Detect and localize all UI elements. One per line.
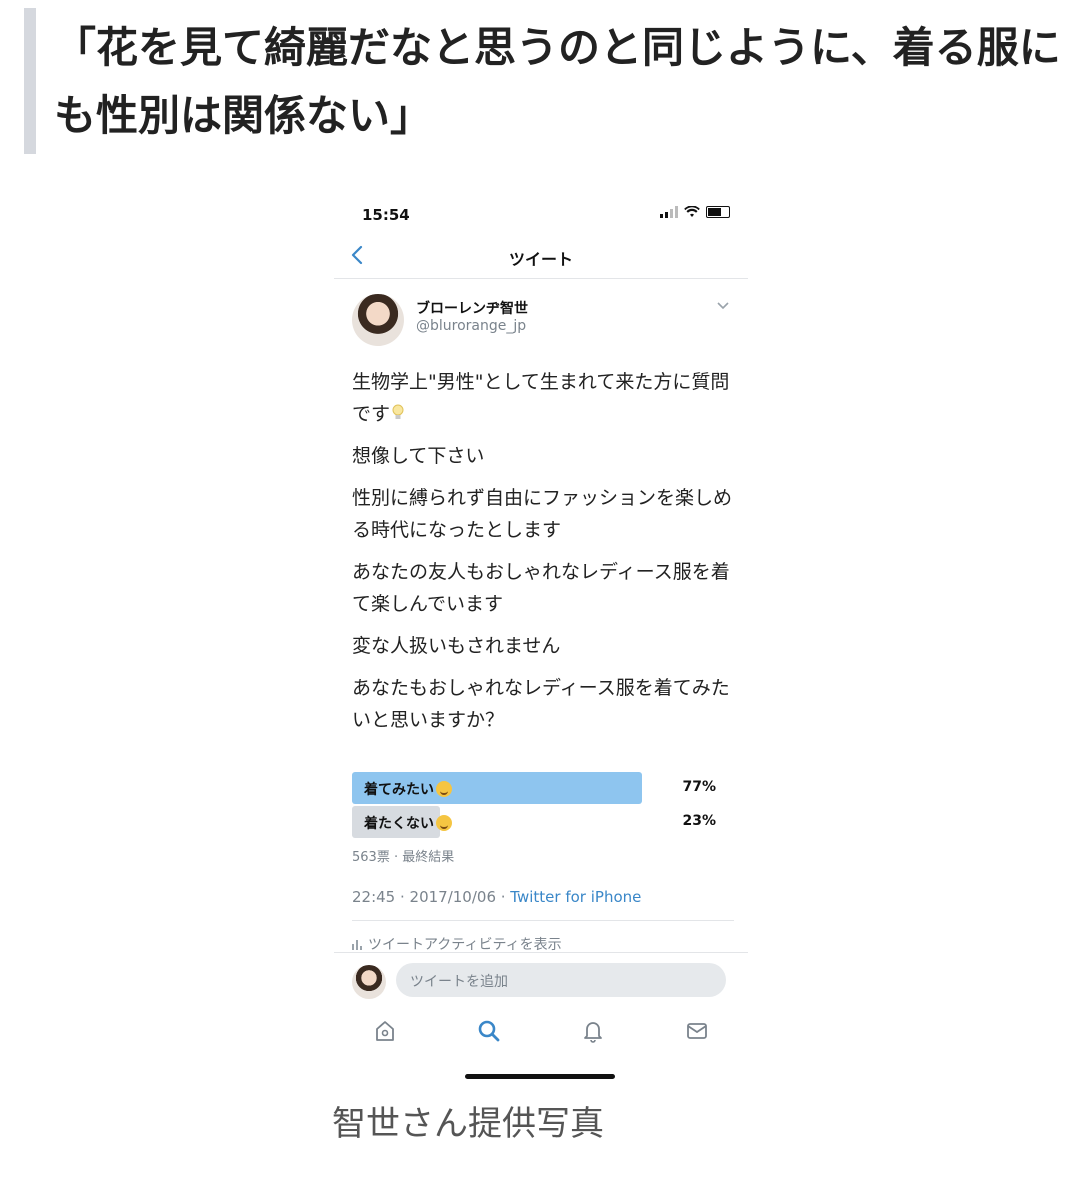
tweet-paragraph: 性別に縛られず自由にファッションを楽しめる時代になったとします: [352, 487, 733, 541]
poll: 着てみたい 77% 着たくない 23%: [352, 772, 732, 840]
tweet-paragraph: 変な人扱いもされません: [352, 635, 561, 657]
reply-input[interactable]: ツイートを追加: [396, 963, 726, 997]
home-indicator: [465, 1074, 615, 1079]
poll-option-label: 着てみたい: [364, 782, 434, 798]
reply-bar: ツイートを追加: [334, 952, 748, 1007]
status-time: 15:54: [362, 206, 410, 224]
bar-chart-icon: [352, 940, 362, 950]
tweet-timestamp: 22:45 · 2017/10/06 · Twitter for iPhone: [352, 888, 641, 906]
tweet-paragraph: 想像して下さい: [352, 445, 485, 467]
poll-option-percent: 77%: [682, 779, 716, 795]
tired-emoji-icon: [436, 815, 452, 831]
smile-emoji-icon: [436, 781, 452, 797]
home-icon[interactable]: [372, 1018, 398, 1044]
wifi-icon: [684, 206, 700, 217]
tweet-screenshot: 15:54 ツイート ブローレンヂ智世 @blurorange_jp 生物学上"…: [334, 190, 748, 1090]
poll-option: 着てみたい 77%: [352, 772, 732, 806]
tweet-paragraph: あなたの友人もおしゃれなレディース服を着て楽しんでいます: [352, 561, 730, 615]
article-heading: 「花を見て綺麗だなと思うのと同じように、着る服にも性別は関係ない」: [54, 23, 1061, 140]
signal-icon: [660, 206, 678, 218]
divider: [352, 920, 734, 921]
lightbulb-icon: [392, 404, 404, 419]
poll-meta: 563票 · 最終結果: [352, 850, 455, 865]
tweet-paragraph: あなたもおしゃれなレディース服を着てみたいと思いますか？: [352, 677, 730, 731]
search-icon[interactable]: [476, 1018, 502, 1044]
tweet-activity-link[interactable]: ツイートアクティビティを表示: [352, 934, 562, 954]
timestamp-text: 22:45 · 2017/10/06 ·: [352, 888, 511, 906]
nav-bar: ツイート: [334, 238, 748, 279]
reply-placeholder: ツイートを追加: [410, 974, 508, 990]
tweet-paragraph: 生物学上"男性"として生まれて来た方に質問です: [352, 371, 730, 425]
reply-avatar: [352, 965, 386, 999]
poll-option: 着たくない 23%: [352, 806, 732, 840]
source-link[interactable]: Twitter for iPhone: [510, 888, 641, 906]
article-heading-block: 「花を見て綺麗だなと思うのと同じように、着る服にも性別は関係ない」: [24, 8, 1064, 154]
status-icons: [660, 206, 730, 218]
heading-accent-bar: [24, 8, 36, 154]
image-caption: 智世さん提供写真: [332, 1104, 604, 1144]
user-handle[interactable]: @blurorange_jp: [416, 318, 526, 334]
poll-option-label: 着たくない: [364, 816, 434, 832]
mail-icon[interactable]: [684, 1018, 710, 1044]
bell-icon[interactable]: [580, 1018, 606, 1044]
nav-title: ツイート: [508, 250, 573, 269]
tweet-text: 生物学上"男性"として生まれて来た方に質問です 想像して下さい 性別に縛られず自…: [352, 366, 732, 746]
user-name[interactable]: ブローレンヂ智世: [416, 298, 528, 318]
activity-label: ツイートアクティビティを表示: [368, 937, 562, 953]
poll-option-percent: 23%: [682, 813, 716, 829]
chevron-down-icon[interactable]: [716, 300, 730, 310]
avatar[interactable]: [352, 294, 404, 346]
tab-bar: [334, 1012, 748, 1052]
battery-icon: [706, 206, 730, 218]
